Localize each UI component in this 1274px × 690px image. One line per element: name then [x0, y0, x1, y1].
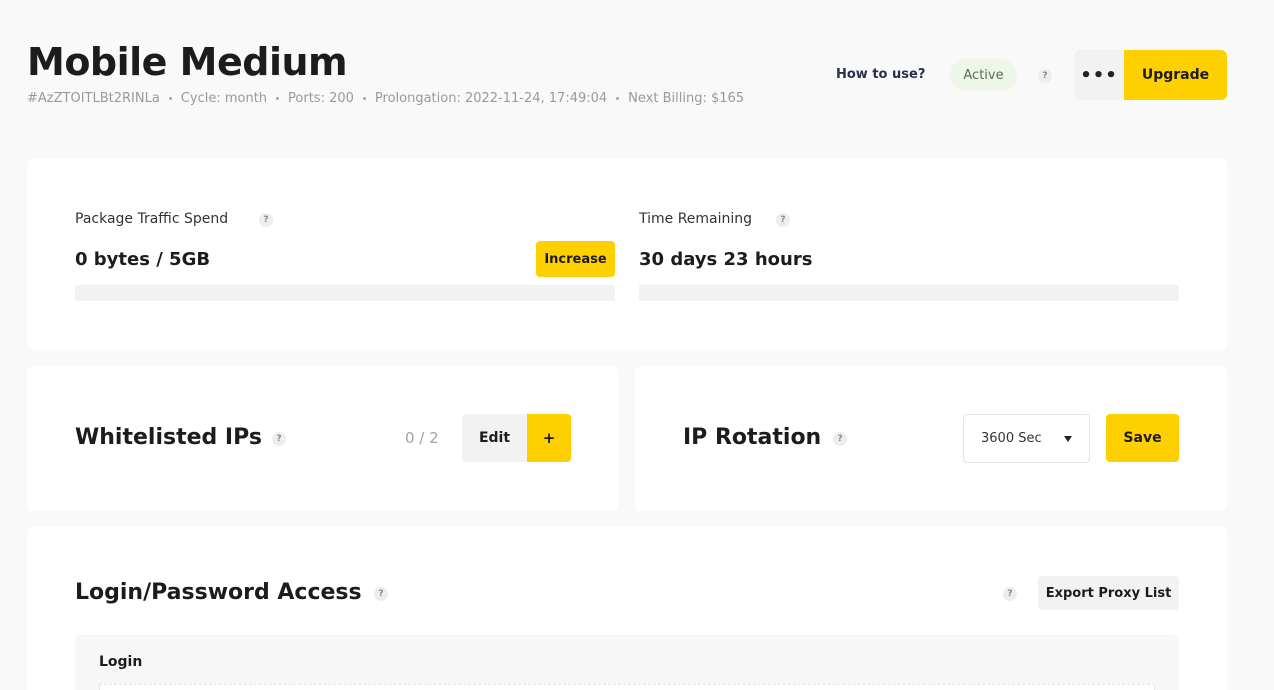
- time-progress-bar: [639, 285, 1179, 301]
- traffic-label: Package Traffic Spend: [75, 211, 229, 227]
- ip-rotation-title: IP Rotation: [683, 425, 822, 450]
- column-header-login: Login: [99, 654, 143, 670]
- separator-dot: [276, 97, 280, 100]
- upgrade-button[interactable]: Upgrade: [1124, 50, 1227, 100]
- export-help-icon[interactable]: ?: [1003, 587, 1017, 601]
- ip-rotation-help-icon[interactable]: ?: [833, 432, 847, 446]
- traffic-progress-bar: [75, 285, 615, 301]
- separator-dot: [362, 97, 366, 100]
- more-options-button[interactable]: •••: [1074, 50, 1124, 100]
- edit-whitelist-button[interactable]: Edit: [462, 414, 527, 462]
- rotation-interval-select[interactable]: 3600 Sec: [963, 414, 1090, 463]
- whitelist-help-icon[interactable]: ?: [272, 432, 286, 446]
- access-help-icon[interactable]: ?: [374, 587, 388, 601]
- package-prolongation: Prolongation: 2022-11-24, 17:49:04: [374, 91, 608, 106]
- add-ip-button[interactable]: +: [527, 414, 571, 462]
- package-cycle: Cycle: month: [180, 91, 268, 106]
- access-title: Login/Password Access: [75, 580, 362, 605]
- package-meta: #AzZTOITLBt2RINLa Cycle: month Ports: 20…: [27, 91, 744, 106]
- package-next-billing: Next Billing: $165: [628, 91, 745, 106]
- package-ports: Ports: 200: [288, 91, 354, 106]
- rotation-interval-value: 3600 Sec: [981, 431, 1042, 446]
- time-remaining-label: Time Remaining: [639, 211, 753, 227]
- separator-dot: [168, 97, 172, 100]
- page-title: Mobile Medium: [27, 40, 348, 84]
- traffic-value: 0 bytes / 5GB: [75, 249, 211, 270]
- caret-down-icon: [1064, 435, 1072, 442]
- whitelist-title: Whitelisted IPs: [75, 425, 262, 450]
- time-remaining-value: 30 days 23 hours: [639, 249, 813, 270]
- package-id: #AzZTOITLBt2RINLa: [27, 91, 160, 106]
- whitelist-count: 0 / 2: [405, 429, 439, 447]
- status-badge: Active: [950, 59, 1017, 91]
- time-help-icon[interactable]: ?: [776, 213, 790, 227]
- traffic-help-icon[interactable]: ?: [259, 213, 273, 227]
- status-help-icon[interactable]: ?: [1038, 69, 1052, 83]
- how-to-use-link[interactable]: How to use?: [836, 67, 925, 82]
- save-rotation-button[interactable]: Save: [1106, 414, 1179, 462]
- access-table-header: [75, 635, 1179, 690]
- login-field[interactable]: [99, 684, 1155, 690]
- increase-button[interactable]: Increase: [536, 241, 615, 277]
- separator-dot: [616, 97, 620, 100]
- export-proxy-list-button[interactable]: Export Proxy List: [1038, 576, 1179, 610]
